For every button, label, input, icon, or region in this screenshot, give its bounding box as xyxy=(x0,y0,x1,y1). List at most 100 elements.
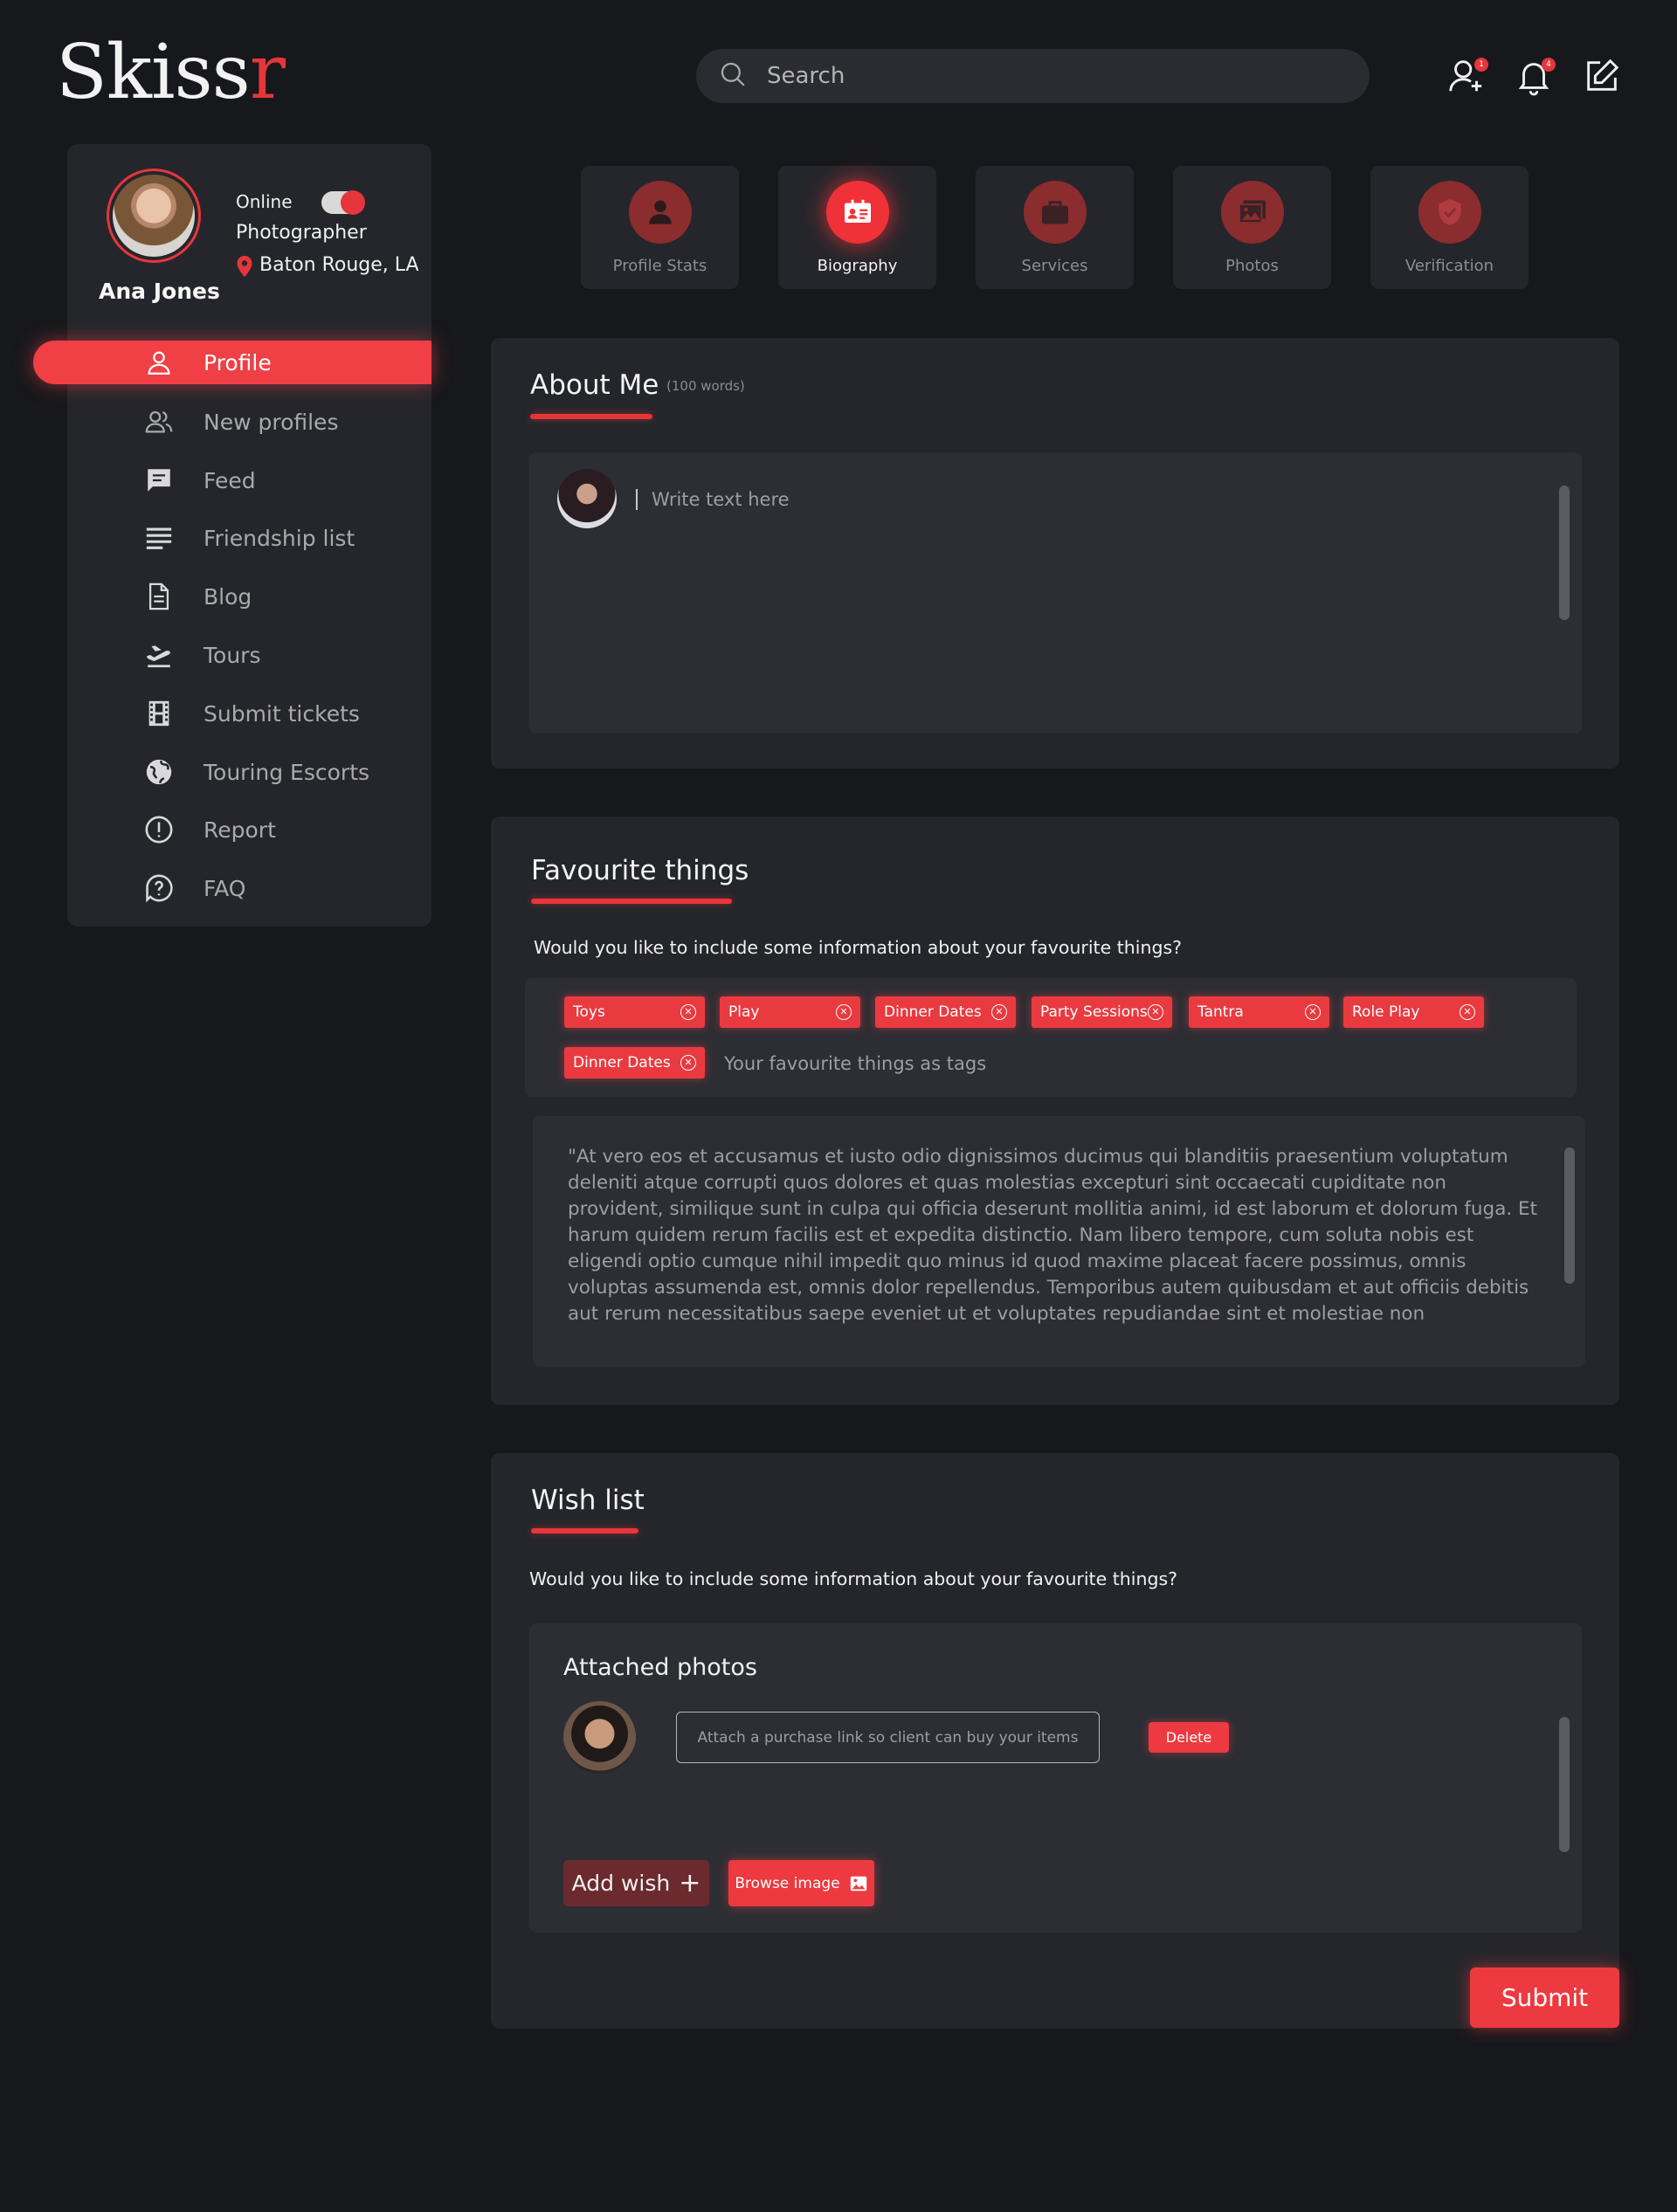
tab-label: Photos xyxy=(1225,257,1279,275)
friend-badge: 1 xyxy=(1474,58,1488,72)
sidebar-item-label: Friendship list xyxy=(204,525,355,551)
tag-chip[interactable]: Toys ✕ xyxy=(564,996,705,1028)
about-me-title: About Me xyxy=(530,369,659,401)
remove-tag-icon[interactable]: ✕ xyxy=(991,1004,1007,1020)
purchase-link-input[interactable]: Attach a purchase link so client can buy… xyxy=(676,1712,1100,1763)
remove-tag-icon[interactable]: ✕ xyxy=(836,1004,852,1020)
writer-avatar xyxy=(557,469,617,528)
wishlist-scrollbar[interactable] xyxy=(1559,1717,1570,1852)
profile-avatar[interactable] xyxy=(107,169,201,263)
sidebar-item-report[interactable]: Report xyxy=(144,808,424,851)
tag-chip[interactable]: Role Play ✕ xyxy=(1343,996,1484,1028)
wish-photo-thumbnail[interactable] xyxy=(563,1701,636,1774)
question-icon xyxy=(144,873,174,903)
profile-role: Photographer xyxy=(236,222,367,244)
word-limit-hint: (100 words) xyxy=(666,378,745,394)
add-wish-button[interactable]: Add wish + xyxy=(563,1860,709,1906)
online-toggle[interactable] xyxy=(321,190,365,215)
title-underline xyxy=(531,899,732,904)
sidebar-item-tours[interactable]: Tours xyxy=(144,633,424,677)
favourites-scrollbar[interactable] xyxy=(1564,1147,1575,1284)
notification-badge: 4 xyxy=(1542,58,1556,72)
title-underline xyxy=(530,414,652,419)
images-icon xyxy=(1238,200,1266,224)
notifications-button[interactable]: 4 xyxy=(1514,56,1556,96)
image-icon xyxy=(850,1876,866,1891)
sidebar-item-submit-tickets[interactable]: Submit tickets xyxy=(144,692,424,735)
sidebar-item-label: Report xyxy=(204,817,276,843)
sidebar-item-label: Touring Escorts xyxy=(204,759,370,785)
add-friend-button[interactable]: 1 xyxy=(1446,56,1488,96)
title-underline xyxy=(531,1528,638,1533)
alert-icon xyxy=(144,815,174,844)
favourite-things-text[interactable]: "At vero eos et accusamus et iusto odio … xyxy=(568,1144,1544,1329)
document-icon xyxy=(144,582,174,611)
tags-placeholder[interactable]: Your favourite things as tags xyxy=(724,1053,986,1074)
tab-profile-stats[interactable]: Profile Stats xyxy=(581,166,739,289)
sidebar-item-label: FAQ xyxy=(204,875,246,901)
app-logo[interactable]: Skissr xyxy=(56,24,286,121)
sidebar-item-blog[interactable]: Blog xyxy=(144,575,424,618)
person-icon xyxy=(648,200,672,224)
tag-chip[interactable]: Tantra ✕ xyxy=(1189,996,1329,1028)
edit-icon xyxy=(1587,59,1619,91)
about-scrollbar[interactable] xyxy=(1559,486,1570,620)
film-icon xyxy=(144,699,174,728)
sidebar-item-new-profiles[interactable]: New profiles xyxy=(144,400,424,444)
wish-list-prompt: Would you like to include some informati… xyxy=(529,1568,1178,1589)
tag-chip[interactable]: Play ✕ xyxy=(720,996,860,1028)
submit-button[interactable]: Submit xyxy=(1470,1967,1619,2028)
id-card-icon xyxy=(844,199,871,223)
purchase-link-placeholder: Attach a purchase link so client can buy… xyxy=(697,1728,1079,1747)
remove-tag-icon[interactable]: ✕ xyxy=(680,1055,696,1071)
search-bar[interactable] xyxy=(696,49,1370,103)
plus-icon: + xyxy=(679,1868,701,1898)
list-icon xyxy=(144,523,174,553)
sidebar-item-label: Profile xyxy=(204,349,272,376)
globe-icon xyxy=(144,757,174,787)
sidebar-item-feed[interactable]: Feed xyxy=(144,458,424,502)
tab-biography[interactable]: Biography xyxy=(778,166,936,289)
sidebar-item-friendship-list[interactable]: Friendship list xyxy=(144,516,424,560)
profile-name: Ana Jones xyxy=(99,279,220,304)
sidebar-item-label: Submit tickets xyxy=(204,700,360,727)
tab-label: Verification xyxy=(1404,257,1494,275)
attached-photos-title: Attached photos xyxy=(563,1654,757,1681)
search-input[interactable] xyxy=(767,63,1326,89)
shield-check-icon xyxy=(1438,199,1461,225)
search-icon xyxy=(718,59,748,93)
sidebar-item-label: Blog xyxy=(204,583,252,610)
tab-label: Services xyxy=(1021,257,1088,275)
tab-verification[interactable]: Verification xyxy=(1370,166,1529,289)
remove-tag-icon[interactable]: ✕ xyxy=(1305,1004,1321,1020)
sidebar-item-label: New profiles xyxy=(204,409,339,435)
remove-tag-icon[interactable]: ✕ xyxy=(680,1004,696,1020)
tag-chip[interactable]: Dinner Dates ✕ xyxy=(564,1047,705,1078)
sidebar-item-label: Feed xyxy=(204,467,256,493)
tag-chip[interactable]: Party Sessions ✕ xyxy=(1032,996,1172,1028)
browse-image-button[interactable]: Browse image xyxy=(728,1860,874,1906)
sidebar-item-touring-escorts[interactable]: Touring Escorts xyxy=(144,750,424,794)
online-status-label: Online xyxy=(236,191,293,212)
briefcase-icon xyxy=(1041,201,1068,224)
delete-button[interactable]: Delete xyxy=(1149,1722,1229,1753)
wish-list-title: Wish list xyxy=(531,1485,645,1516)
plane-icon xyxy=(144,640,174,670)
tag-chip[interactable]: Dinner Dates ✕ xyxy=(875,996,1016,1028)
remove-tag-icon[interactable]: ✕ xyxy=(1460,1004,1475,1020)
tab-label: Profile Stats xyxy=(612,257,707,275)
users-icon xyxy=(144,407,174,437)
favourite-things-title: Favourite things xyxy=(531,855,749,886)
tab-photos[interactable]: Photos xyxy=(1173,166,1331,289)
location-pin-icon xyxy=(236,255,253,278)
user-icon xyxy=(144,348,174,377)
about-me-placeholder[interactable]: Write text here xyxy=(652,489,790,510)
favourite-things-prompt: Would you like to include some informati… xyxy=(534,937,1183,958)
sidebar-item-profile[interactable]: Profile xyxy=(144,341,424,384)
tab-services[interactable]: Services xyxy=(976,166,1134,289)
remove-tag-icon[interactable]: ✕ xyxy=(1148,1004,1163,1020)
sidebar-item-faq[interactable]: FAQ xyxy=(144,866,424,910)
sidebar-item-label: Tours xyxy=(204,642,261,668)
profile-location: Baton Rouge, LA xyxy=(259,254,419,276)
compose-button[interactable] xyxy=(1582,56,1622,96)
